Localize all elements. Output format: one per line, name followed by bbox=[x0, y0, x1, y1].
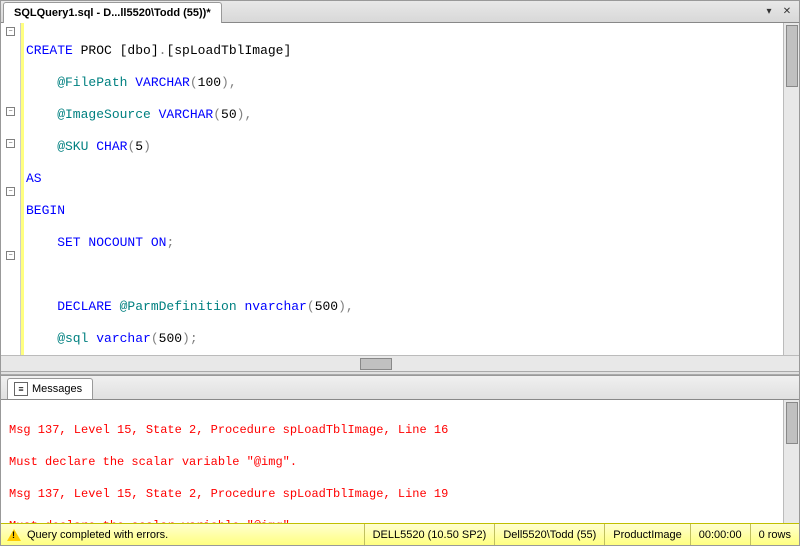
messages-vertical-scrollbar[interactable] bbox=[783, 400, 799, 523]
editor-horizontal-scrollbar[interactable] bbox=[1, 355, 799, 371]
editor-area: − − − − − CREATE PROC [dbo].[spLoadTblIm… bbox=[1, 23, 799, 355]
message-line: Msg 137, Level 15, State 2, Procedure sp… bbox=[9, 422, 775, 438]
tab-controls: ▾ ✕ bbox=[761, 3, 795, 19]
warning-icon bbox=[7, 529, 21, 541]
message-line: Msg 137, Level 15, State 2, Procedure sp… bbox=[9, 486, 775, 502]
status-bar: Query completed with errors. DELL5520 (1… bbox=[1, 523, 799, 545]
fold-toggle[interactable]: − bbox=[6, 187, 15, 196]
tab-bar: SQLQuery1.sql - D...ll5520\Todd (55))* ▾… bbox=[1, 1, 799, 23]
status-database: ProductImage bbox=[604, 524, 689, 545]
fold-toggle[interactable]: − bbox=[6, 107, 15, 116]
status-message: Query completed with errors. bbox=[27, 529, 168, 541]
fold-toggle[interactable]: − bbox=[6, 251, 15, 260]
editor-vertical-scrollbar[interactable] bbox=[783, 23, 799, 355]
message-line: Must declare the scalar variable "@img". bbox=[9, 454, 775, 470]
tab-title: SQLQuery1.sql - D...ll5520\Todd (55))* bbox=[14, 7, 211, 19]
status-rows: 0 rows bbox=[750, 524, 799, 545]
messages-tab-bar: ≡ Messages bbox=[1, 376, 799, 400]
messages-tab[interactable]: ≡ Messages bbox=[7, 378, 93, 399]
document-tab[interactable]: SQLQuery1.sql - D...ll5520\Todd (55))* bbox=[3, 2, 222, 24]
status-login: Dell5520\Todd (55) bbox=[494, 524, 604, 545]
fold-toggle[interactable]: − bbox=[6, 139, 15, 148]
status-server: DELL5520 (10.50 SP2) bbox=[364, 524, 495, 545]
messages-icon: ≡ bbox=[14, 382, 28, 396]
messages-body[interactable]: Msg 137, Level 15, State 2, Procedure sp… bbox=[1, 400, 783, 523]
code-editor[interactable]: CREATE PROC [dbo].[spLoadTblImage] @File… bbox=[21, 23, 783, 355]
tab-close-button[interactable]: ✕ bbox=[779, 3, 795, 19]
status-elapsed: 00:00:00 bbox=[690, 524, 750, 545]
fold-gutter: − − − − − bbox=[1, 23, 21, 355]
messages-tab-label: Messages bbox=[32, 383, 82, 395]
tab-dropdown-button[interactable]: ▾ bbox=[761, 3, 777, 19]
fold-toggle[interactable]: − bbox=[6, 27, 15, 36]
messages-pane: ≡ Messages Msg 137, Level 15, State 2, P… bbox=[1, 375, 799, 523]
status-message-area: Query completed with errors. bbox=[1, 529, 364, 541]
